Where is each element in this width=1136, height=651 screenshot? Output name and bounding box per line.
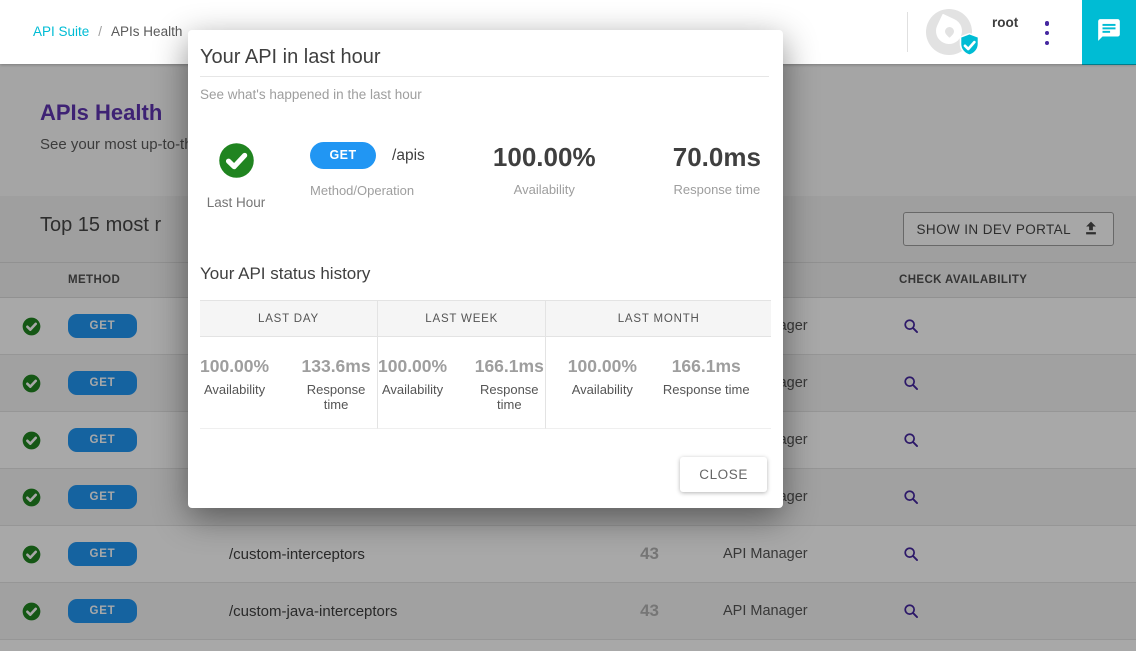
history-header-last-day: LAST DAY <box>200 301 377 337</box>
operation-path: /apis <box>392 147 425 164</box>
response-time-label: Response time <box>651 182 783 197</box>
stat-pair: 166.1ms Response time <box>473 356 545 412</box>
availability-label: Availability <box>378 382 447 397</box>
response-value: 133.6ms <box>295 356 377 377</box>
breadcrumb-current: APIs Health <box>111 24 182 39</box>
status-ok-icon <box>218 166 255 183</box>
breadcrumb-separator: / <box>98 24 102 39</box>
breadcrumb-link-api-suite[interactable]: API Suite <box>33 24 89 39</box>
response-label: Response time <box>295 382 377 412</box>
method-operation-label: Method/Operation <box>310 183 469 198</box>
stat-pair: 100.00% Availability <box>200 356 269 412</box>
divider <box>907 12 908 52</box>
status-history-section: Your API status history LAST DAY LAST WE… <box>188 264 783 429</box>
stat-pair: 100.00% Availability <box>378 356 447 412</box>
kebab-menu-icon[interactable] <box>1040 21 1054 45</box>
history-cell-last-month: 100.00% Availability 166.1ms Response ti… <box>545 337 771 429</box>
availability-label: Availability <box>568 382 637 397</box>
availability-label: Availability <box>483 182 606 197</box>
availability-label: Availability <box>200 382 269 397</box>
status-history-title: Your API status history <box>200 264 771 284</box>
method-get-badge: GET <box>310 142 376 169</box>
history-cell-last-day: 100.00% Availability 133.6ms Response ti… <box>200 337 377 429</box>
status-history-table: LAST DAY LAST WEEK LAST MONTH 100.00% Av… <box>200 300 771 429</box>
dialog-title: Your API in last hour <box>200 46 769 69</box>
availability-value: 100.00% <box>568 356 637 377</box>
close-button[interactable]: CLOSE <box>680 457 767 492</box>
availability-value: 100.00% <box>200 356 269 377</box>
response-value: 166.1ms <box>663 356 750 377</box>
response-time-stat: 70.0ms Response time <box>651 142 783 197</box>
availability-value: 100.00% <box>483 142 606 173</box>
chat-message-icon <box>1096 17 1122 48</box>
availability-value: 100.00% <box>378 356 447 377</box>
history-header-last-week: LAST WEEK <box>377 301 545 337</box>
last-hour-stats: Last Hour GET/apis Method/Operation 100.… <box>188 142 783 210</box>
response-label: Response time <box>473 382 545 412</box>
user-name: root <box>992 15 1018 30</box>
response-label: Response time <box>663 382 750 397</box>
availability-stat: 100.00% Availability <box>483 142 606 197</box>
stat-pair: 133.6ms Response time <box>295 356 377 412</box>
method-operation: GET/apis Method/Operation <box>310 142 469 198</box>
dialog-header: Your API in last hour See what's happene… <box>188 30 783 102</box>
dialog-subtitle: See what's happened in the last hour <box>200 87 769 102</box>
last-hour-status: Last Hour <box>202 142 270 210</box>
breadcrumb: API Suite / APIs Health <box>33 24 182 39</box>
api-last-hour-dialog: Your API in last hour See what's happene… <box>188 30 783 508</box>
history-cell-last-week: 100.00% Availability 166.1ms Response ti… <box>377 337 545 429</box>
response-value: 166.1ms <box>473 356 545 377</box>
stat-pair: 100.00% Availability <box>568 356 637 412</box>
stat-pair: 166.1ms Response time <box>663 356 750 412</box>
last-hour-label: Last Hour <box>202 195 270 210</box>
history-header-last-month: LAST MONTH <box>545 301 771 337</box>
response-time-value: 70.0ms <box>651 142 783 173</box>
divider <box>200 76 769 77</box>
verified-shield-icon <box>956 32 983 59</box>
chat-panel-button[interactable] <box>1082 0 1136 65</box>
